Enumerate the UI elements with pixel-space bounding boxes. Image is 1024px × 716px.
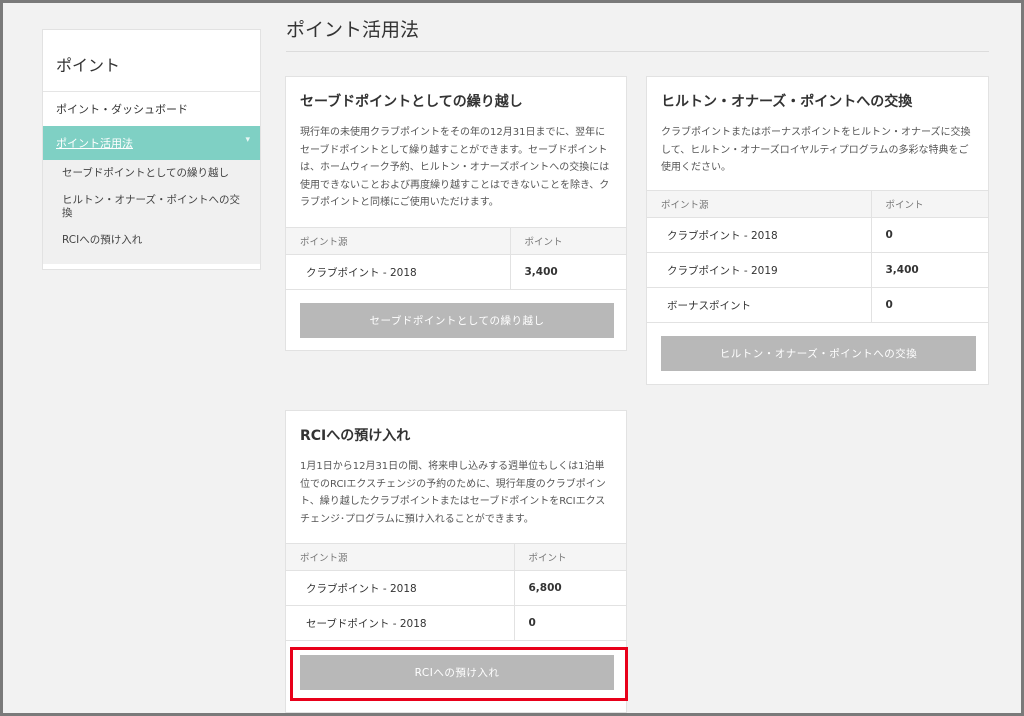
sidebar-item-points-dashboard[interactable]: ポイント・ダッシュボード <box>43 92 260 126</box>
highlight-box <box>290 647 628 701</box>
table-row: クラブポイント - 2018 3,400 <box>286 254 626 290</box>
points-table: ポイント源 ポイント クラブポイント - 2018 3,400 <box>286 227 626 290</box>
table-row: クラブポイント - 2018 0 <box>647 217 988 253</box>
sidebar-item-label: ポイント活用法 <box>56 137 133 150</box>
table-row: クラブポイント - 2019 3,400 <box>647 252 988 288</box>
points-table: ポイント源 ポイント クラブポイント - 2018 6,800 セーブドポイント… <box>286 543 626 641</box>
sidebar-item-label: ポイント・ダッシュボード <box>56 103 188 116</box>
column-header-points: ポイント <box>509 227 626 255</box>
points-cell: 0 <box>870 217 988 253</box>
table-row: クラブポイント - 2018 6,800 <box>286 570 626 606</box>
sidebar-subitem-saved-points[interactable]: セーブドポイントとしての繰り越し <box>43 164 260 183</box>
card-description: クラブポイントまたはボーナスポイントをヒルトン・オナーズに交換して、ヒルトン・オ… <box>661 127 971 173</box>
sidebar-item-points-usage[interactable]: ポイント活用法 ▾ <box>43 126 260 160</box>
table-row: セーブドポイント - 2018 0 <box>286 605 626 641</box>
source-cell: クラブポイント - 2018 <box>647 217 871 253</box>
points-cell: 0 <box>870 287 988 323</box>
source-cell: クラブポイント - 2018 <box>286 570 514 606</box>
chevron-down-icon: ▾ <box>245 135 250 145</box>
carry-over-saved-points-button[interactable]: セーブドポイントとしての繰り越し <box>300 303 614 338</box>
column-header-points: ポイント <box>513 543 626 571</box>
card-saved-points: セーブドポイントとしての繰り越し 現行年の未使用クラブポイントをその年の12月3… <box>285 76 627 351</box>
column-header-source: ポイント源 <box>647 190 871 218</box>
card-description: 1月1日から12月31日の間、将来申し込みする週単位もしくは1泊単位でのRCIエ… <box>300 461 606 525</box>
points-cell: 0 <box>513 605 626 641</box>
card-title: ヒルトン・オナーズ・ポイントへの交換 <box>661 94 913 110</box>
points-cell: 6,800 <box>513 570 626 606</box>
sidebar-title: ポイント <box>43 30 260 92</box>
column-header-source: ポイント源 <box>286 227 510 255</box>
points-cell: 3,400 <box>509 254 626 290</box>
source-cell: クラブポイント - 2018 <box>286 254 510 290</box>
card-title: セーブドポイントとしての繰り越し <box>300 94 523 110</box>
card-hilton-honors: ヒルトン・オナーズ・ポイントへの交換 クラブポイントまたはボーナスポイントをヒル… <box>646 76 989 385</box>
column-header-points: ポイント <box>870 190 988 218</box>
source-cell: セーブドポイント - 2018 <box>286 605 514 641</box>
points-cell: 3,400 <box>870 252 988 288</box>
card-title: RCIへの預け入れ <box>300 428 411 444</box>
sidebar: ポイント ポイント・ダッシュボード ポイント活用法 ▾ セーブドポイントとしての… <box>42 29 261 270</box>
column-header-source: ポイント源 <box>286 543 514 571</box>
points-table: ポイント源 ポイント クラブポイント - 2018 0 クラブポイント - 20… <box>647 190 988 323</box>
title-divider <box>286 51 989 52</box>
exchange-hilton-honors-button[interactable]: ヒルトン・オナーズ・ポイントへの交換 <box>661 336 976 371</box>
source-cell: ボーナスポイント <box>647 287 871 323</box>
sidebar-subitem-rci-deposit[interactable]: RCIへの預け入れ <box>43 231 260 250</box>
card-description: 現行年の未使用クラブポイントをその年の12月31日までに、翌年にセーブドポイント… <box>300 127 610 208</box>
sidebar-sub-list: セーブドポイントとしての繰り越し ヒルトン・オナーズ・ポイントへの交換 RCIへ… <box>43 160 260 264</box>
sidebar-subitem-hilton-honors[interactable]: ヒルトン・オナーズ・ポイントへの交換 <box>43 191 260 223</box>
source-cell: クラブポイント - 2019 <box>647 252 871 288</box>
table-row: ボーナスポイント 0 <box>647 287 988 323</box>
app-frame: ポイント活用法 ポイント ポイント・ダッシュボード ポイント活用法 ▾ セーブド… <box>3 3 1021 713</box>
page-title: ポイント活用法 <box>286 19 420 41</box>
